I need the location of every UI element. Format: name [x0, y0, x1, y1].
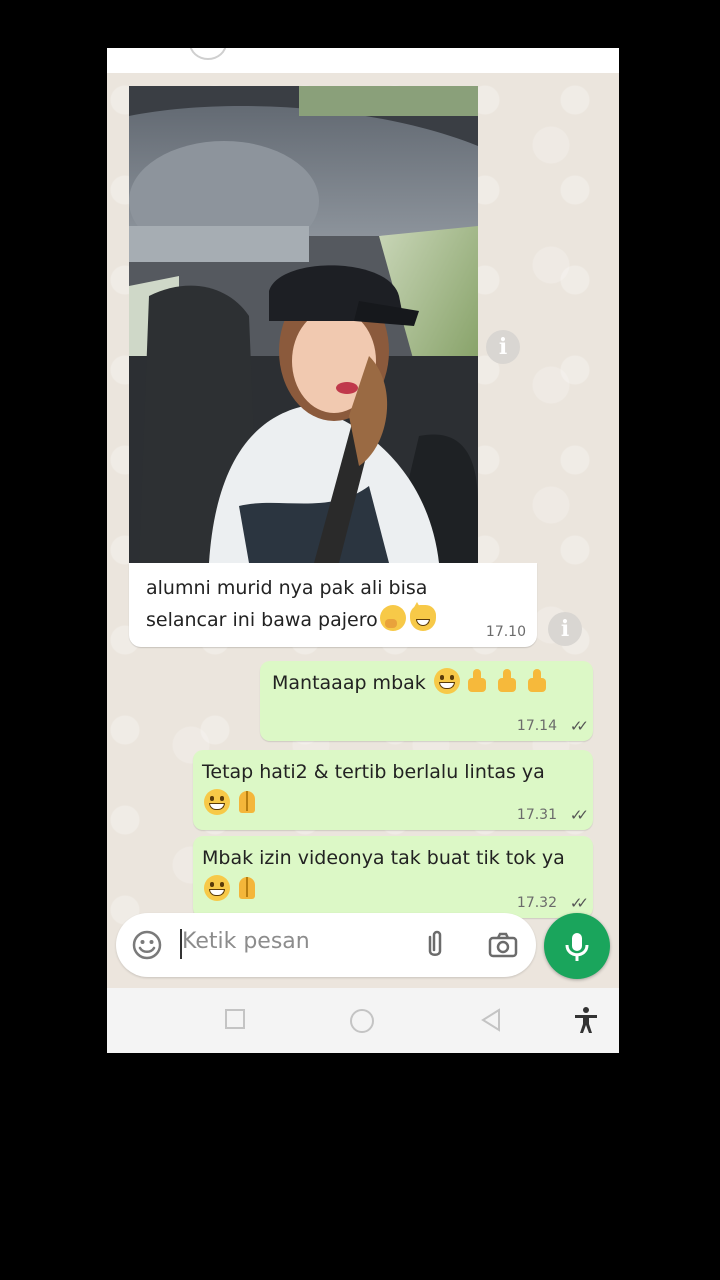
thumbs-up-emoji: [494, 668, 520, 694]
home-icon[interactable]: [349, 1008, 375, 1034]
mic-button[interactable]: [544, 913, 610, 979]
accessibility-icon[interactable]: [573, 1006, 599, 1034]
chat-area[interactable]: alumni murid nya pak ali bisa selancar i…: [107, 73, 619, 958]
grinning-cat-emoji: [409, 602, 436, 631]
info-icon[interactable]: i: [486, 330, 520, 364]
recent-apps-icon[interactable]: [224, 1008, 246, 1030]
outgoing-message-text: Mantaaap mbak: [272, 667, 552, 699]
camera-notch: [189, 48, 227, 60]
thumbs-up-emoji: [464, 668, 490, 694]
top-bar: [107, 48, 619, 73]
outgoing-message[interactable]: Mbak izin videonya tak buat tik tok ya 1…: [193, 836, 593, 918]
grinning-face-emoji: [433, 668, 460, 694]
info-icon[interactable]: i: [548, 612, 582, 646]
grinning-face-emoji: [204, 789, 230, 815]
grinning-face-emoji: [204, 875, 230, 901]
caption-line-1: alumni murid nya pak ali bisa: [146, 577, 428, 599]
message-input-placeholder[interactable]: Ketik pesan: [182, 929, 310, 954]
mic-icon: [565, 933, 589, 961]
incoming-caption-bubble[interactable]: alumni murid nya pak ali bisa selancar i…: [129, 563, 537, 647]
folded-hands-emoji: [234, 789, 260, 815]
outgoing-message[interactable]: Tetap hati2 & tertib berlalu lintas ya 1…: [193, 750, 593, 830]
thumbs-up-emoji: [524, 668, 550, 694]
incoming-caption-text: alumni murid nya pak ali bisa selancar i…: [146, 572, 476, 636]
attach-icon[interactable]: [419, 929, 451, 961]
outgoing-message-text: Tetap hati2 & tertib berlalu lintas ya: [202, 756, 545, 820]
read-ticks-icon: ✓✓: [569, 806, 589, 824]
message-text: Tetap hati2 & tertib berlalu lintas ya: [202, 761, 545, 783]
message-text: Mbak izin videonya tak buat tik tok ya: [202, 847, 565, 869]
message-time: 17.14: [516, 718, 557, 734]
caption-line-2: selancar ini bawa pajero: [146, 609, 378, 631]
camera-icon[interactable]: [487, 929, 519, 961]
read-ticks-icon: ✓✓: [569, 717, 589, 735]
back-icon[interactable]: [479, 1008, 503, 1032]
incoming-video-message[interactable]: alumni murid nya pak ali bisa selancar i…: [129, 86, 537, 647]
video-frame-image: [129, 86, 478, 563]
message-input-bar[interactable]: Ketik pesan: [116, 913, 536, 977]
phone-screen: alumni murid nya pak ali bisa selancar i…: [107, 48, 619, 1053]
message-time: 17.10: [485, 624, 526, 640]
folded-hands-emoji: [234, 875, 260, 901]
outgoing-message-text: Mbak izin videonya tak buat tik tok ya: [202, 842, 565, 906]
sticker-icon[interactable]: [131, 929, 163, 961]
system-navigation-bar: [107, 988, 619, 1053]
outgoing-message[interactable]: Mantaaap mbak 17.14 ✓✓: [260, 661, 593, 741]
face-with-hand-over-mouth-emoji: [379, 605, 406, 631]
message-time: 17.32: [516, 895, 557, 911]
message-text: Mantaaap mbak: [272, 672, 426, 694]
read-ticks-icon: ✓✓: [569, 894, 589, 912]
message-time: 17.31: [516, 807, 557, 823]
video-thumbnail[interactable]: [129, 86, 478, 563]
